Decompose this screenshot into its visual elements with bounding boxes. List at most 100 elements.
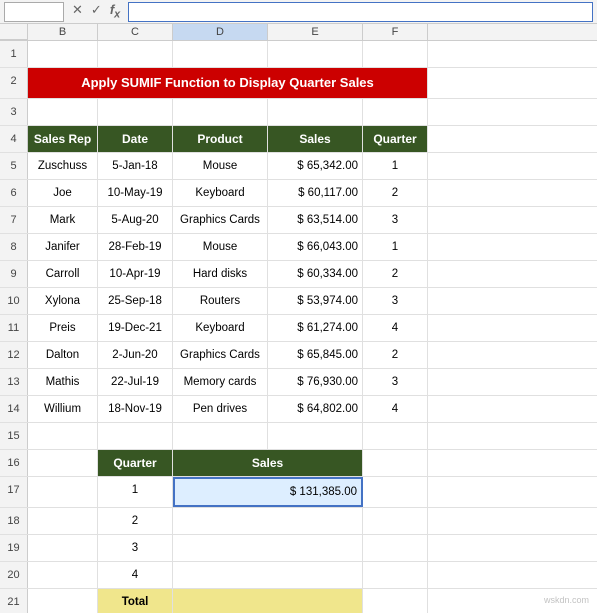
cell-reference[interactable]: D17	[4, 2, 64, 22]
cell-e5[interactable]: $ 65,342.00	[268, 153, 363, 179]
cell-b5[interactable]: Zuschuss	[28, 153, 98, 179]
cell-d21-total[interactable]	[173, 589, 363, 613]
cell-e6[interactable]: $ 60,117.00	[268, 180, 363, 206]
cell-b21[interactable]	[28, 589, 98, 613]
cell-d8[interactable]: Mouse	[173, 234, 268, 260]
cell-e3[interactable]	[268, 99, 363, 125]
cell-f15[interactable]	[363, 423, 428, 449]
cell-f19[interactable]	[363, 535, 428, 561]
cell-f10[interactable]: 3	[363, 288, 428, 314]
cell-b17[interactable]	[28, 477, 98, 507]
cell-d6[interactable]: Keyboard	[173, 180, 268, 206]
cell-d12[interactable]: Graphics Cards	[173, 342, 268, 368]
cell-c17[interactable]: 1	[98, 477, 173, 507]
cell-e11[interactable]: $ 61,274.00	[268, 315, 363, 341]
cell-d10[interactable]: Routers	[173, 288, 268, 314]
confirm-icon[interactable]: ✓	[89, 2, 104, 21]
cell-b13[interactable]: Mathis	[28, 369, 98, 395]
cell-c1[interactable]	[98, 41, 173, 67]
cell-f14[interactable]: 4	[363, 396, 428, 422]
cell-b12[interactable]: Dalton	[28, 342, 98, 368]
cell-d20[interactable]	[173, 562, 363, 588]
cell-b11[interactable]: Preis	[28, 315, 98, 341]
cell-e9[interactable]: $ 60,334.00	[268, 261, 363, 287]
cell-b18[interactable]	[28, 508, 98, 534]
cell-c11[interactable]: 19-Dec-21	[98, 315, 173, 341]
formula-input[interactable]: =SUMIF(F5:F14,C17,E5:E14)	[128, 2, 593, 22]
cell-c21-total[interactable]: Total	[98, 589, 173, 613]
col-header-f[interactable]: F	[363, 24, 428, 40]
cell-c8[interactable]: 28-Feb-19	[98, 234, 173, 260]
col-header-b[interactable]: B	[28, 24, 98, 40]
cell-b3[interactable]	[28, 99, 98, 125]
cell-f12[interactable]: 2	[363, 342, 428, 368]
summary-header-quarter[interactable]: Quarter	[98, 450, 173, 476]
cell-c6[interactable]: 10-May-19	[98, 180, 173, 206]
cell-c12[interactable]: 2-Jun-20	[98, 342, 173, 368]
cell-c20[interactable]: 4	[98, 562, 173, 588]
cell-c14[interactable]: 18-Nov-19	[98, 396, 173, 422]
cell-c15[interactable]	[98, 423, 173, 449]
cell-d9[interactable]: Hard disks	[173, 261, 268, 287]
cell-b1[interactable]	[28, 41, 98, 67]
cell-b10[interactable]: Xylona	[28, 288, 98, 314]
cell-b16[interactable]	[28, 450, 98, 476]
cell-d18[interactable]	[173, 508, 363, 534]
cell-c5[interactable]: 5-Jan-18	[98, 153, 173, 179]
cell-d17-selected[interactable]: $ 131,385.00	[173, 477, 363, 507]
cell-e10[interactable]: $ 53,974.00	[268, 288, 363, 314]
cell-f3[interactable]	[363, 99, 428, 125]
cell-f11[interactable]: 4	[363, 315, 428, 341]
col-header-c[interactable]: C	[98, 24, 173, 40]
cell-e15[interactable]	[268, 423, 363, 449]
cell-d14[interactable]: Pen drives	[173, 396, 268, 422]
cell-b9[interactable]: Carroll	[28, 261, 98, 287]
cell-f17[interactable]	[363, 477, 428, 507]
cell-d1[interactable]	[173, 41, 268, 67]
cell-f6[interactable]: 2	[363, 180, 428, 206]
cell-b20[interactable]	[28, 562, 98, 588]
cell-e12[interactable]: $ 65,845.00	[268, 342, 363, 368]
cell-c3[interactable]	[98, 99, 173, 125]
cell-c18[interactable]: 2	[98, 508, 173, 534]
cell-f16[interactable]	[363, 450, 428, 476]
cell-f1[interactable]	[363, 41, 428, 67]
cell-b7[interactable]: Mark	[28, 207, 98, 233]
cell-c10[interactable]: 25-Sep-18	[98, 288, 173, 314]
header-sales[interactable]: Sales	[268, 126, 363, 152]
cell-d5[interactable]: Mouse	[173, 153, 268, 179]
cell-e13[interactable]: $ 76,930.00	[268, 369, 363, 395]
cell-d15[interactable]	[173, 423, 268, 449]
summary-header-sales[interactable]: Sales	[173, 450, 363, 476]
cell-d7[interactable]: Graphics Cards	[173, 207, 268, 233]
cell-c13[interactable]: 22-Jul-19	[98, 369, 173, 395]
cell-c7[interactable]: 5-Aug-20	[98, 207, 173, 233]
cell-f8[interactable]: 1	[363, 234, 428, 260]
header-date[interactable]: Date	[98, 126, 173, 152]
col-header-d[interactable]: D	[173, 24, 268, 40]
cell-f18[interactable]	[363, 508, 428, 534]
cell-d19[interactable]	[173, 535, 363, 561]
cell-b15[interactable]	[28, 423, 98, 449]
header-quarter[interactable]: Quarter	[363, 126, 428, 152]
cell-b14[interactable]: Willium	[28, 396, 98, 422]
cell-b8[interactable]: Janifer	[28, 234, 98, 260]
cell-f5[interactable]: 1	[363, 153, 428, 179]
cell-e1[interactable]	[268, 41, 363, 67]
insert-function-icon[interactable]: fx	[108, 2, 122, 21]
cell-b19[interactable]	[28, 535, 98, 561]
cell-f20[interactable]	[363, 562, 428, 588]
cell-f13[interactable]: 3	[363, 369, 428, 395]
cell-b6[interactable]: Joe	[28, 180, 98, 206]
cell-c9[interactable]: 10-Apr-19	[98, 261, 173, 287]
cancel-icon[interactable]: ✕	[70, 2, 85, 21]
cell-d3[interactable]	[173, 99, 268, 125]
cell-d11[interactable]: Keyboard	[173, 315, 268, 341]
cell-e14[interactable]: $ 64,802.00	[268, 396, 363, 422]
col-header-e[interactable]: E	[268, 24, 363, 40]
cell-f21[interactable]	[363, 589, 428, 613]
header-product[interactable]: Product	[173, 126, 268, 152]
cell-e8[interactable]: $ 66,043.00	[268, 234, 363, 260]
cell-d13[interactable]: Memory cards	[173, 369, 268, 395]
cell-f7[interactable]: 3	[363, 207, 428, 233]
